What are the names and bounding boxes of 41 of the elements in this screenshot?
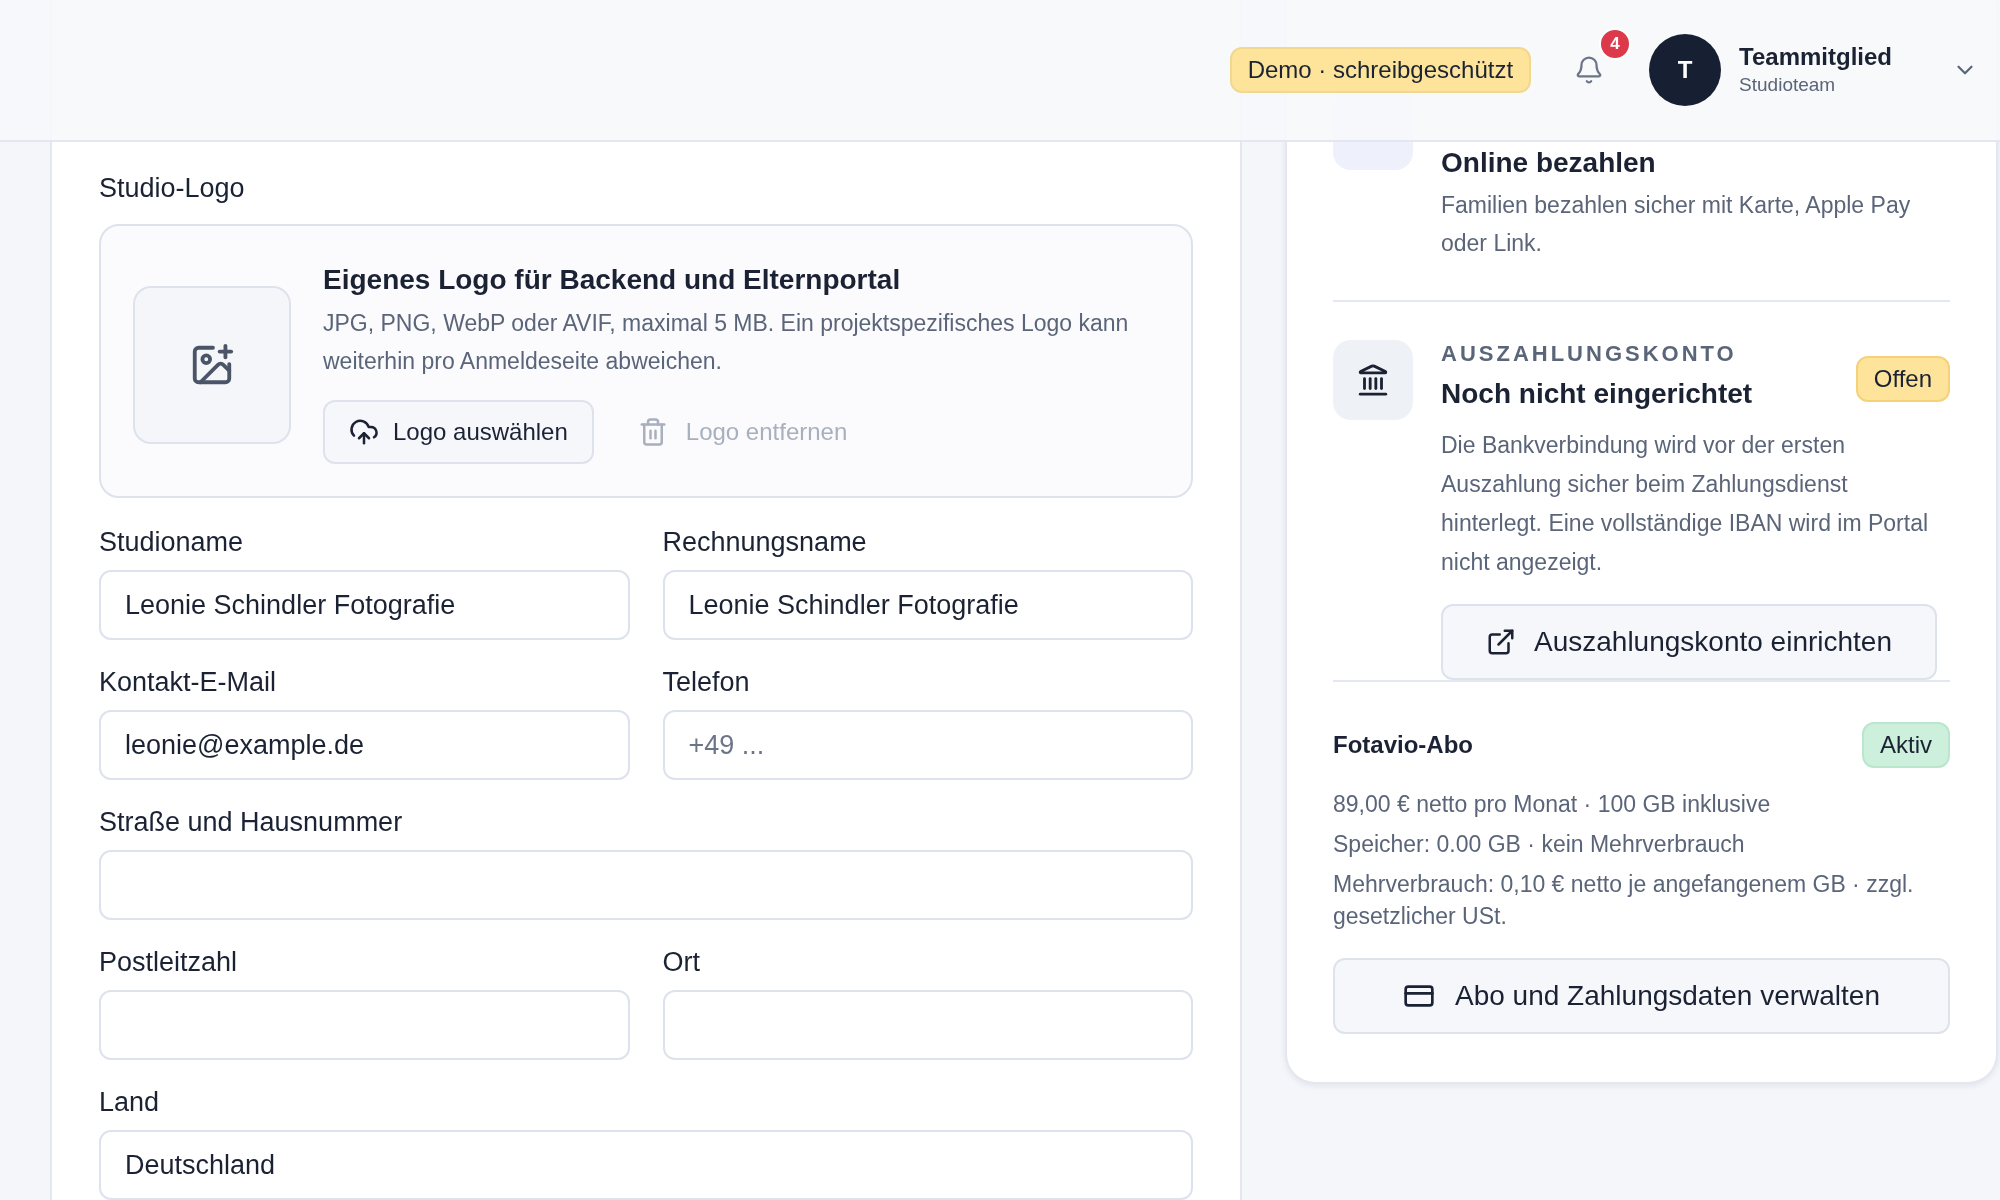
payment-method-title: Online bezahlen xyxy=(1441,146,1657,180)
bank-icon xyxy=(1356,363,1390,397)
input-field[interactable]: leonie@example.de xyxy=(99,710,630,780)
subscription-title: Fotavio-Abo xyxy=(1333,730,1473,760)
input-field[interactable] xyxy=(662,990,1193,1060)
field-label: Studioname xyxy=(99,526,245,558)
field-label: Ort xyxy=(662,946,701,978)
field-label: Telefon xyxy=(662,666,751,698)
user-role: Studioteam xyxy=(1739,73,1837,97)
setup-payout-button[interactable]: Auszahlungskonto einrichten xyxy=(1441,604,1937,680)
input-field[interactable]: Leonie Schindler Fotografie xyxy=(662,570,1193,640)
payout-title: Noch nicht eingerichtet xyxy=(1441,377,1753,411)
input-field[interactable]: +49 ... xyxy=(662,710,1193,780)
upload-logo-button[interactable]: Logo auswählen xyxy=(323,400,594,464)
input-field[interactable] xyxy=(99,850,1193,920)
logo-description: JPG, PNG, WebP oder AVIF, maximal 5 MB. Ein projektspezifisches Logo kann weiterhin pro Anmeldeseite abweichen. xyxy=(323,309,1130,376)
user-avatar[interactable]: T xyxy=(1649,34,1722,106)
field-label: Postleitzahl xyxy=(99,946,239,978)
subscription-detail: Mehrverbrauch: 0,10 € netto je angefangenem GB · zzgl. gesetzlicher USt. xyxy=(1333,870,1915,931)
section-label: Studio-Logo xyxy=(99,172,246,204)
manage-subscription-button[interactable]: Abo und Zahlungsdaten verwalten xyxy=(1333,958,1950,1034)
field-label: Rechnungsname xyxy=(662,526,868,558)
payout-description: Die Bankverbindung wird vor der ersten Auszahlung sicher beim Zahlungsdienst hinterlegt. Eine vollständige IBAN wird im Portal nicht angezeigt. xyxy=(1441,431,1930,577)
input-field[interactable] xyxy=(99,990,630,1060)
subscription-detail: Speicher: 0.00 GB · kein Mehrverbrauch xyxy=(1333,830,1746,859)
input-field[interactable]: Deutschland xyxy=(99,1130,1193,1200)
status-badge: Offen xyxy=(1855,356,1950,402)
logo-title: Eigenes Logo für Backend und Elternportal xyxy=(323,263,902,297)
user-name: Teammitglied xyxy=(1739,42,1892,72)
field-label: Straße und Hausnummer xyxy=(99,806,404,838)
section-label: AUSZAHLUNGSKONTO xyxy=(1441,340,1738,368)
demo-badge: Demo · schreibgeschützt xyxy=(1229,47,1532,93)
notification-count: 4 xyxy=(1599,28,1632,60)
status-badge: Aktiv xyxy=(1862,722,1950,768)
field-label: Kontakt-E-Mail xyxy=(99,666,278,698)
cloud-upload-icon xyxy=(349,417,379,447)
payment-method-description: Familien bezahlen sicher mit Karte, Apple Pay oder Link. xyxy=(1441,191,1912,258)
subscription-detail: 89,00 € netto pro Monat · 100 GB inklusive xyxy=(1333,790,1772,819)
input-field[interactable]: Leonie Schindler Fotografie xyxy=(99,570,630,640)
external-link-icon xyxy=(1486,627,1516,657)
field-label: Land xyxy=(99,1086,161,1118)
